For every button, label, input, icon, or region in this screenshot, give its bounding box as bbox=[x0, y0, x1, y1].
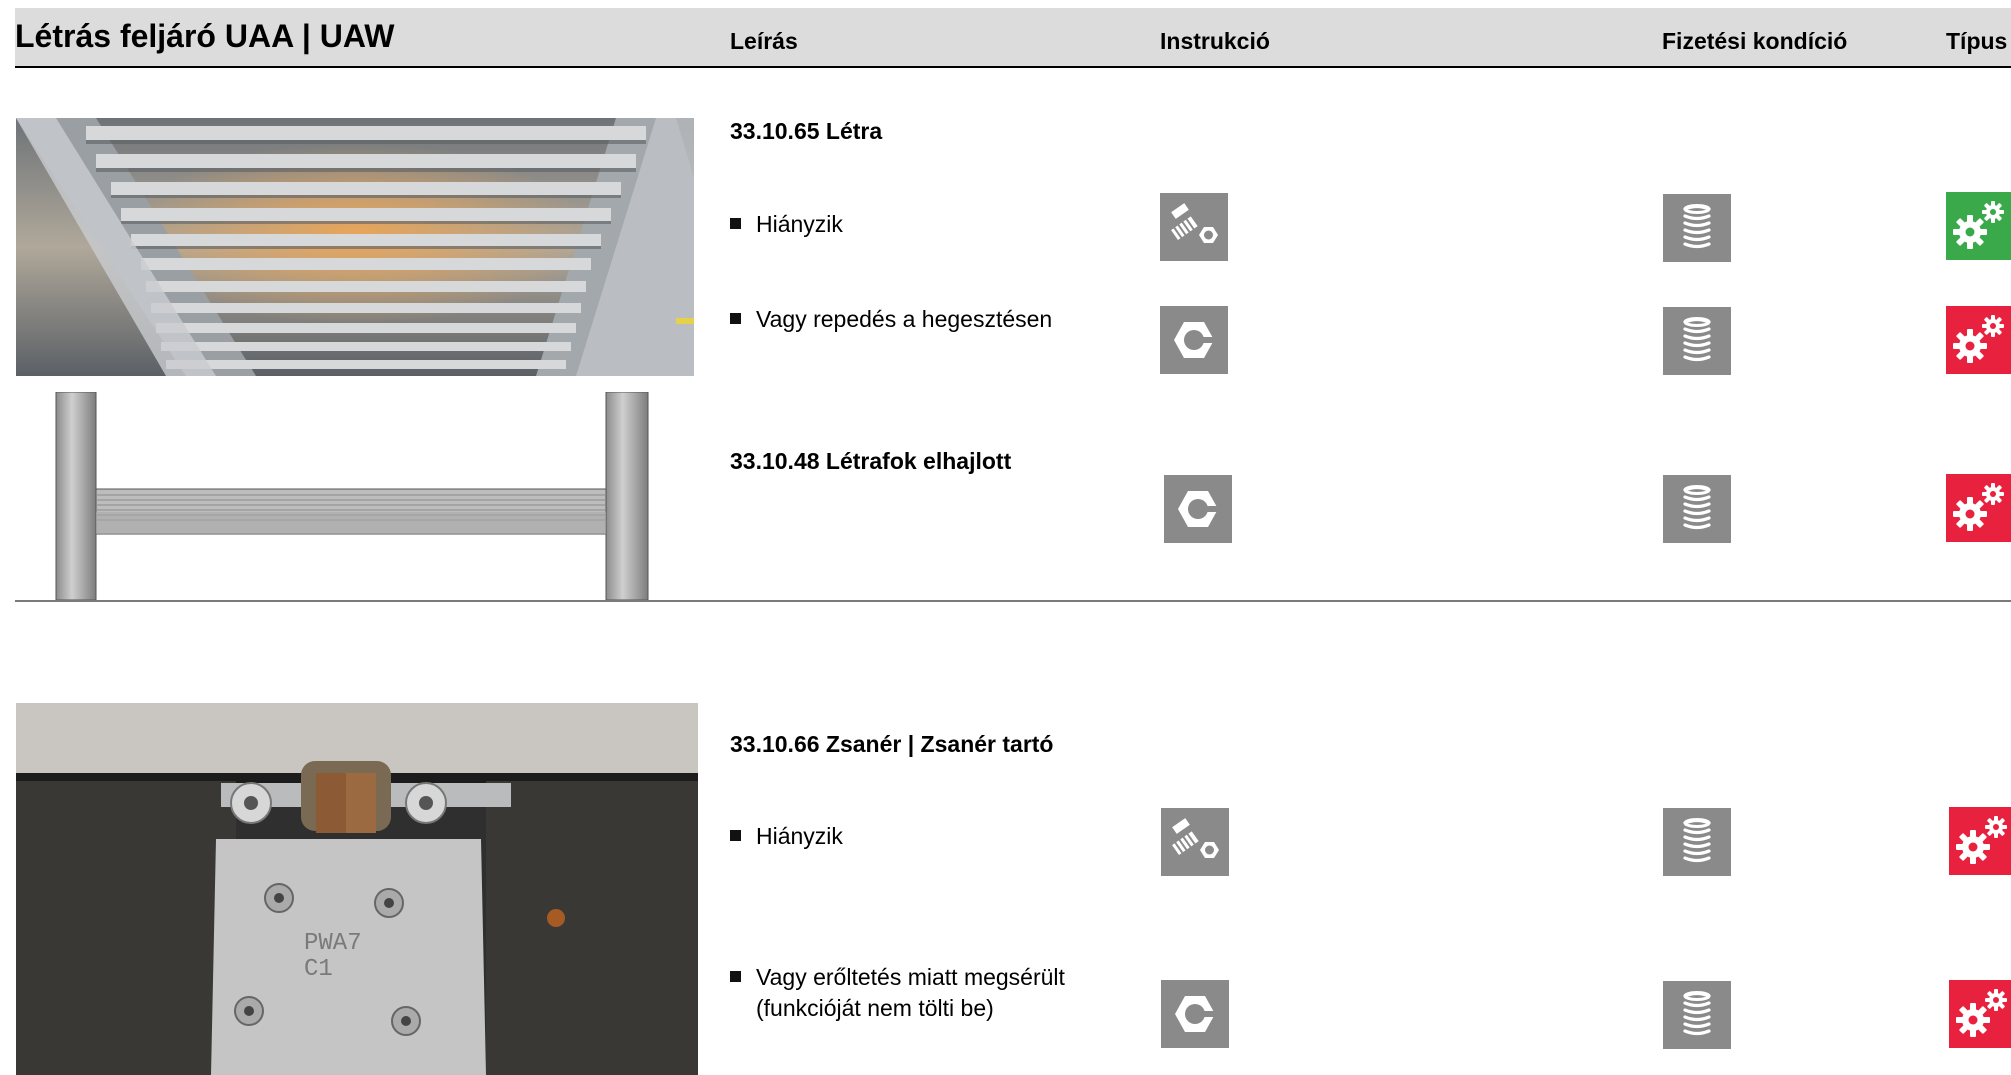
bolt-nut-icon bbox=[1161, 808, 1229, 876]
gears-icon bbox=[1949, 807, 2011, 875]
coin-stack-icon bbox=[1663, 475, 1731, 543]
list-item: Hiányzik bbox=[730, 821, 843, 852]
nut-icon bbox=[1161, 980, 1229, 1048]
gears-icon bbox=[1946, 474, 2011, 542]
column-header-instruction: Instrukció bbox=[1160, 28, 1270, 54]
gears-icon bbox=[1946, 306, 2011, 374]
list-item: Vagy erőltetés miatt megsérült (funkciójá… bbox=[730, 962, 1065, 1024]
nut-icon bbox=[1164, 475, 1232, 543]
bullet-marker bbox=[730, 971, 741, 982]
ladder-rung-photo bbox=[16, 392, 694, 600]
page-title: Létrás feljáró UAA | UAW bbox=[15, 18, 395, 54]
column-header-payment: Fizetési kondíció bbox=[1662, 28, 1848, 54]
coin-stack-icon bbox=[1663, 307, 1731, 375]
coin-stack-icon bbox=[1663, 981, 1731, 1049]
table-header: Létrás feljáró UAA | UAW Leírás Instrukc… bbox=[15, 8, 2011, 68]
bullet-marker bbox=[730, 830, 741, 841]
section-divider bbox=[15, 600, 2011, 602]
list-item: Hiányzik bbox=[730, 209, 843, 240]
gears-icon bbox=[1946, 192, 2011, 260]
coin-stack-icon bbox=[1663, 194, 1731, 262]
item-heading: 33.10.65 Létra bbox=[730, 118, 883, 144]
column-header-description: Leírás bbox=[730, 28, 798, 54]
gears-icon bbox=[1949, 980, 2011, 1048]
hinge-photo: PWA7 C1 bbox=[16, 703, 698, 1075]
ladder-underside-photo bbox=[16, 118, 694, 376]
hinge-stamp-line-1: PWA7 bbox=[304, 930, 362, 957]
bolt-nut-icon bbox=[1160, 193, 1228, 261]
bullet-marker bbox=[730, 218, 741, 229]
item-heading: 33.10.48 Létrafok elhajlott bbox=[730, 448, 1012, 474]
nut-icon bbox=[1160, 306, 1228, 374]
coin-stack-icon bbox=[1663, 808, 1731, 876]
list-item: Vagy repedés a hegesztésen bbox=[730, 304, 1052, 335]
item-heading: 33.10.66 Zsanér | Zsanér tartó bbox=[730, 731, 1054, 757]
bullet-marker bbox=[730, 313, 741, 324]
hinge-stamp-line-2: C1 bbox=[304, 956, 333, 983]
column-header-type: Típus bbox=[1946, 28, 2008, 54]
